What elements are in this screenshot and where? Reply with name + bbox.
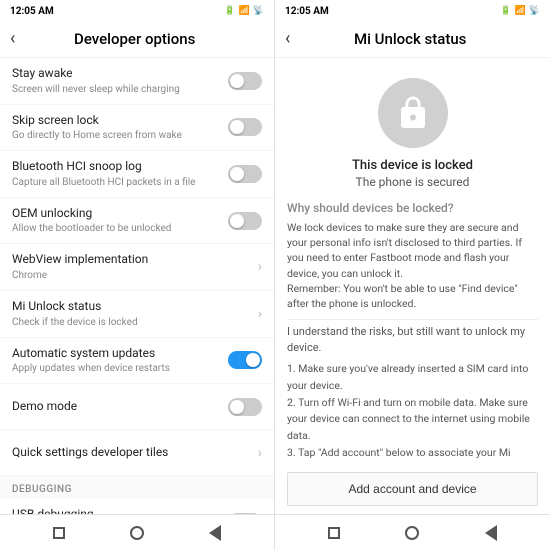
- left-header: ‹ Developer options: [0, 20, 274, 58]
- unlock-content: Why should devices be locked? We lock de…: [275, 197, 550, 464]
- setting-title-bluetooth-hci: Bluetooth HCI snoop log: [12, 159, 220, 175]
- toggle-usb-debugging[interactable]: [228, 513, 262, 514]
- setting-title-quick-tiles: Quick settings developer tiles: [12, 445, 250, 461]
- nav-back-left[interactable]: [206, 524, 224, 542]
- add-account-button[interactable]: Add account and device: [287, 472, 538, 506]
- right-header-title: Mi Unlock status: [300, 30, 520, 48]
- setting-title-auto-updates: Automatic system updates: [12, 346, 220, 362]
- toggle-bluetooth-hci[interactable]: [228, 165, 262, 183]
- setting-sub-stay-awake: Screen will never sleep while charging: [12, 83, 220, 96]
- device-locked-title: This device is locked: [275, 158, 550, 175]
- setting-title-stay-awake: Stay awake: [12, 66, 220, 82]
- toggle-skip-screen-lock[interactable]: [228, 118, 262, 136]
- setting-title-skip-screen-lock: Skip screen lock: [12, 113, 220, 129]
- right-panel: 12:05 AM 🔋 📶 📡 ‹ Mi Unlock status This d…: [275, 0, 550, 550]
- setting-sub-oem-unlocking: Allow the bootloader to be unlocked: [12, 222, 220, 235]
- signal-icon-right: 📡: [529, 6, 540, 16]
- nav-back-right[interactable]: [482, 524, 500, 542]
- wifi-icon: 📶: [239, 6, 250, 16]
- signal-icon: 📡: [253, 6, 264, 16]
- understand-text: I understand the risks, but still want t…: [287, 324, 538, 355]
- setting-title-demo-mode: Demo mode: [12, 399, 220, 415]
- square-icon-right: [328, 527, 340, 539]
- toggle-oem-unlocking[interactable]: [228, 212, 262, 230]
- setting-bluetooth-hci[interactable]: Bluetooth HCI snoop log Capture all Blue…: [0, 151, 274, 198]
- setting-oem-unlocking[interactable]: OEM unlocking Allow the bootloader to be…: [0, 198, 274, 245]
- lock-icon: [395, 95, 431, 131]
- status-icons-left: 🔋 📶 📡: [224, 6, 264, 16]
- bottom-nav-right: [275, 514, 550, 550]
- setting-title-mi-unlock: Mi Unlock status: [12, 299, 250, 315]
- nav-circle-left[interactable]: [128, 524, 146, 542]
- steps-text: 1. Make sure you've already inserted a S…: [287, 361, 538, 464]
- setting-title-oem-unlocking: OEM unlocking: [12, 206, 220, 222]
- setting-quick-tiles[interactable]: Quick settings developer tiles ›: [0, 430, 274, 476]
- setting-title-webview: WebView implementation: [12, 252, 250, 268]
- wifi-icon-right: 📶: [515, 6, 526, 16]
- phone-secured-subtitle: The phone is secured: [275, 175, 550, 197]
- setting-auto-updates[interactable]: Automatic system updates Apply updates w…: [0, 338, 274, 385]
- lock-circle: [378, 78, 448, 148]
- why-title: Why should devices be locked?: [287, 201, 538, 215]
- setting-skip-screen-lock[interactable]: Skip screen lock Go directly to Home scr…: [0, 105, 274, 152]
- setting-demo-mode[interactable]: Demo mode: [0, 384, 274, 430]
- toggle-demo-mode[interactable]: [228, 398, 262, 416]
- time-right: 12:05 AM: [285, 6, 329, 17]
- toggle-auto-updates[interactable]: [228, 351, 262, 369]
- time-left: 12:05 AM: [10, 6, 54, 17]
- right-header: ‹ Mi Unlock status: [275, 20, 550, 58]
- setting-usb-debugging[interactable]: USB debugging Debug mode when USB is con…: [0, 499, 274, 514]
- chevron-webview: ›: [258, 259, 262, 275]
- divider-1: [287, 319, 538, 320]
- status-bar-right: 12:05 AM 🔋 📶 📡: [275, 0, 550, 20]
- battery-icon: 🔋: [224, 6, 235, 16]
- left-panel: 12:05 AM 🔋 📶 📡 ‹ Developer options Stay …: [0, 0, 275, 550]
- chevron-mi-unlock: ›: [258, 306, 262, 322]
- setting-title-usb-debugging: USB debugging: [12, 507, 220, 514]
- triangle-icon-left: [209, 525, 221, 541]
- setting-sub-webview: Chrome: [12, 269, 250, 282]
- nav-square-left[interactable]: [50, 524, 68, 542]
- setting-sub-skip-screen-lock: Go directly to Home screen from wake: [12, 129, 220, 142]
- section-debugging: DEBUGGING: [0, 476, 274, 499]
- setting-sub-auto-updates: Apply updates when device restarts: [12, 362, 220, 375]
- left-header-title: Developer options: [25, 30, 244, 48]
- why-text: We lock devices to make sure they are se…: [287, 220, 538, 311]
- circle-icon-left: [130, 526, 144, 540]
- status-bar-left: 12:05 AM 🔋 📶 📡: [0, 0, 274, 20]
- nav-square-right[interactable]: [325, 524, 343, 542]
- bottom-nav-left: [0, 514, 274, 550]
- lock-icon-container: [275, 58, 550, 158]
- toggle-stay-awake[interactable]: [228, 72, 262, 90]
- nav-circle-right[interactable]: [403, 524, 421, 542]
- square-icon-left: [53, 527, 65, 539]
- chevron-quick-tiles: ›: [258, 445, 262, 461]
- back-button-left[interactable]: ‹: [10, 30, 15, 48]
- setting-stay-awake[interactable]: Stay awake Screen will never sleep while…: [0, 58, 274, 105]
- triangle-icon-right: [485, 525, 497, 541]
- status-icons-right: 🔋 📶 📡: [500, 6, 540, 16]
- battery-icon-right: 🔋: [500, 6, 511, 16]
- setting-sub-bluetooth-hci: Capture all Bluetooth HCI packets in a f…: [12, 176, 220, 189]
- circle-icon-right: [405, 526, 419, 540]
- setting-sub-mi-unlock: Check if the device is locked: [12, 316, 250, 329]
- settings-list: Stay awake Screen will never sleep while…: [0, 58, 274, 514]
- back-button-right[interactable]: ‹: [285, 30, 290, 48]
- setting-webview[interactable]: WebView implementation Chrome ›: [0, 244, 274, 291]
- setting-mi-unlock[interactable]: Mi Unlock status Check if the device is …: [0, 291, 274, 338]
